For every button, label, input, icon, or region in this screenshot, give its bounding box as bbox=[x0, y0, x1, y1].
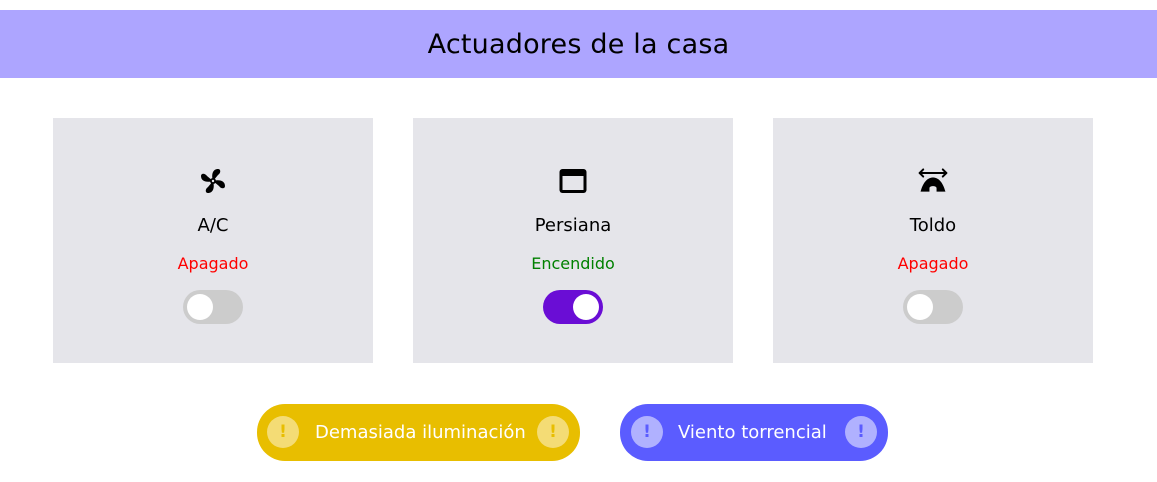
alert-text: Viento torrencial bbox=[678, 422, 827, 443]
toggle-knob bbox=[187, 294, 213, 320]
actuator-card-persiana: Persiana Encendido bbox=[413, 118, 733, 363]
actuator-card-ac: A/C Apagado bbox=[53, 118, 373, 363]
page: Actuadores de la casa A/C Apagado Persia… bbox=[0, 0, 1157, 482]
toldo-toggle-switch[interactable] bbox=[903, 290, 963, 324]
persiana-toggle-switch[interactable] bbox=[543, 290, 603, 324]
actuator-card-toldo: Toldo Apagado bbox=[773, 118, 1093, 363]
fan-icon bbox=[197, 165, 229, 197]
header-bar: Actuadores de la casa bbox=[0, 10, 1157, 78]
awning-icon bbox=[917, 165, 949, 197]
ac-toggle-switch[interactable] bbox=[183, 290, 243, 324]
exclamation-icon: ! bbox=[845, 416, 877, 448]
exclamation-icon: ! bbox=[631, 416, 663, 448]
page-title: Actuadores de la casa bbox=[427, 28, 730, 60]
exclamation-icon: ! bbox=[267, 416, 299, 448]
actuator-label: Toldo bbox=[909, 215, 957, 236]
alert-lighting: ! Demasiada iluminación ! bbox=[257, 404, 580, 461]
exclamation-icon: ! bbox=[537, 416, 569, 448]
actuator-status: Encendido bbox=[531, 254, 615, 273]
window-icon bbox=[557, 165, 589, 197]
actuator-label: A/C bbox=[197, 215, 229, 236]
alert-wind: ! Viento torrencial ! bbox=[620, 404, 888, 461]
alert-text: Demasiada iluminación bbox=[315, 422, 526, 443]
toggle-knob bbox=[573, 294, 599, 320]
actuator-status: Apagado bbox=[177, 254, 249, 273]
toggle-knob bbox=[907, 294, 933, 320]
actuator-status: Apagado bbox=[897, 254, 969, 273]
actuator-label: Persiana bbox=[534, 215, 612, 236]
